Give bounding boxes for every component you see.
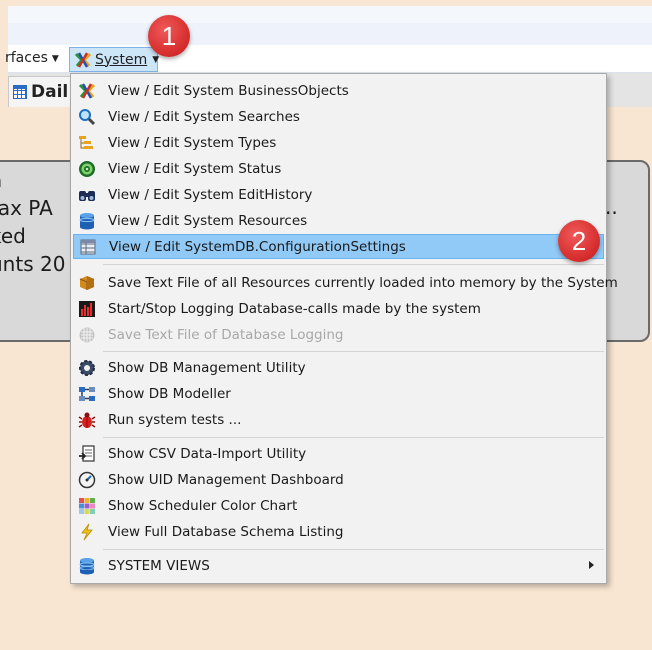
package-icon [78, 274, 96, 292]
menu-item-label: View / Edit System Types [108, 134, 277, 151]
dashboard-gauge-icon [78, 471, 96, 489]
menu-item-view-edithistory[interactable]: View / Edit System EditHistory [73, 182, 604, 207]
menu-item-view-resources[interactable]: View / Edit System Resources [73, 208, 604, 233]
menu-item-db-schema-listing[interactable]: View Full Database Schema Listing [73, 519, 604, 544]
menu-item-view-searches[interactable]: View / Edit System Searches [73, 104, 604, 129]
system-logo-icon [74, 51, 92, 69]
chevron-right-icon [589, 561, 594, 569]
menu-item-view-configurationsettings[interactable]: View / Edit SystemDB.ConfigurationSettin… [73, 234, 604, 259]
menu-item-label: Show DB Modeller [108, 385, 231, 402]
menu-item-label: View / Edit System Searches [108, 108, 300, 125]
menu-item-label: View / Edit System EditHistory [108, 186, 313, 203]
calendar-icon [13, 85, 27, 99]
menu-item-view-businessobjects[interactable]: View / Edit System BusinessObjects [73, 78, 604, 103]
menu-separator [103, 437, 604, 438]
toolbar-band [8, 23, 652, 45]
menu-item-scheduler-color-chart[interactable]: Show Scheduler Color Chart [73, 493, 604, 518]
binoculars-icon [78, 186, 96, 204]
menu-item-label: Run system tests ... [108, 411, 242, 428]
menu-item-label: View / Edit SystemDB.ConfigurationSettin… [109, 238, 406, 255]
card-line-1: a [0, 168, 2, 192]
menu-item-label: Save Text File of all Resources currentl… [108, 274, 618, 291]
menu-item-label: Show DB Management Utility [108, 359, 306, 376]
card-line-4: unts 20 [0, 252, 66, 276]
menu-item-view-status[interactable]: View / Edit System Status [73, 156, 604, 181]
bug-icon [78, 411, 96, 429]
menu-item-label: Start/Stop Logging Database-calls made b… [108, 300, 481, 317]
tab-daily[interactable]: Dail [8, 76, 78, 107]
menu-item-label: Show UID Management Dashboard [108, 471, 344, 488]
modeller-icon [78, 385, 96, 403]
status-target-icon [78, 160, 96, 178]
menu-interfaces-label: rfaces [5, 50, 48, 66]
type-tree-icon [78, 134, 96, 152]
menu-item-view-types[interactable]: View / Edit System Types [73, 130, 604, 155]
menu-interfaces[interactable]: rfaces ▼ [5, 45, 59, 73]
lightning-icon [78, 523, 96, 541]
menu-separator [103, 549, 604, 550]
database-stack-icon [78, 557, 96, 575]
grid-disabled-icon [78, 326, 96, 344]
window-top-strip [8, 6, 652, 23]
tab-daily-label: Dail [31, 82, 69, 102]
menu-item-db-modeller[interactable]: Show DB Modeller [73, 381, 604, 406]
gear-icon [78, 359, 96, 377]
menu-item-label: Save Text File of Database Logging [108, 326, 344, 343]
settings-grid-icon [79, 238, 97, 256]
menu-item-label: View Full Database Schema Listing [108, 523, 344, 540]
menu-item-uid-dashboard[interactable]: Show UID Management Dashboard [73, 467, 604, 492]
menu-item-label: SYSTEM VIEWS [108, 557, 210, 574]
chevron-down-icon: ▼ [51, 54, 59, 64]
card-line-3: ked [0, 224, 26, 248]
database-icon [78, 212, 96, 230]
import-icon [78, 444, 96, 463]
menu-item-db-management-utility[interactable]: Show DB Management Utility [73, 355, 604, 380]
menu-item-label: Show CSV Data-Import Utility [108, 445, 307, 462]
system-logo-icon [78, 82, 96, 100]
menu-item-run-system-tests[interactable]: Run system tests ... [73, 407, 604, 432]
menu-system[interactable]: System ▼ [69, 47, 159, 72]
menu-item-save-db-logging-file[interactable]: Save Text File of Database Logging [73, 322, 604, 347]
step-badge-2: 2 [558, 220, 600, 262]
menu-item-label: View / Edit System Resources [108, 212, 308, 229]
menu-item-label: View / Edit System Status [108, 160, 282, 177]
menu-bar: rfaces ▼ System ▼ [5, 45, 652, 73]
menu-item-csv-import-utility[interactable]: Show CSV Data-Import Utility [73, 441, 604, 466]
magnifier-icon [78, 108, 96, 126]
bar-log-icon [78, 300, 96, 318]
menu-item-label: View / Edit System BusinessObjects [108, 82, 349, 99]
system-dropdown-menu: View / Edit System BusinessObjects View … [70, 73, 618, 584]
menu-item-toggle-db-logging[interactable]: Start/Stop Logging Database-calls made b… [73, 296, 604, 321]
menu-item-label: Show Scheduler Color Chart [108, 497, 298, 514]
menu-item-system-views[interactable]: SYSTEM VIEWS [73, 553, 604, 578]
menu-separator [103, 351, 604, 352]
color-chart-icon [78, 497, 96, 515]
step-badge-1: 1 [148, 15, 190, 57]
card-line-2: tax PA [0, 196, 53, 220]
menu-separator [103, 264, 604, 265]
menu-item-save-resources-file[interactable]: Save Text File of all Resources currentl… [73, 270, 618, 295]
menu-system-label: System [95, 51, 148, 68]
